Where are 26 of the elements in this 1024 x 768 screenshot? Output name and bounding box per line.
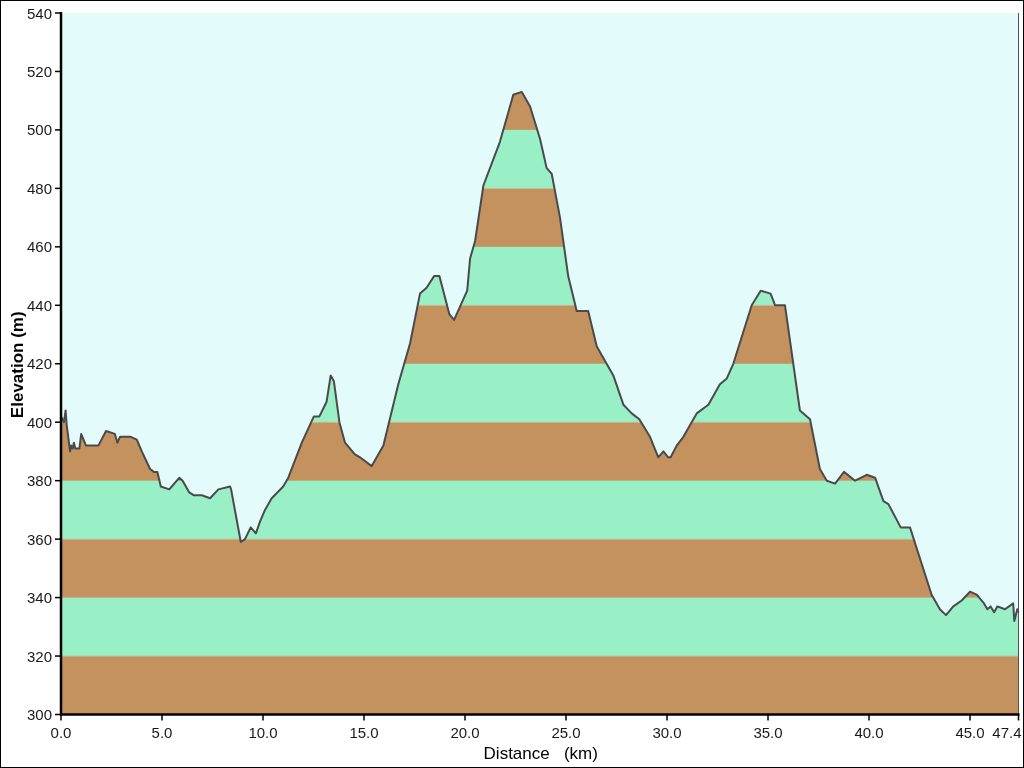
x-tick-label: 25.0 bbox=[551, 723, 581, 741]
y-tick-label: 480 bbox=[26, 179, 52, 197]
y-tick-label: 360 bbox=[26, 530, 52, 548]
y-tick-label: 540 bbox=[26, 4, 52, 22]
x-tick-label: 0.0 bbox=[50, 723, 72, 741]
y-tick-label: 500 bbox=[26, 121, 52, 139]
y-tick-label: 320 bbox=[26, 647, 52, 665]
y-tick-label: 460 bbox=[26, 238, 52, 256]
y-tick-label: 440 bbox=[26, 296, 52, 314]
x-tick-label: 15.0 bbox=[349, 723, 379, 741]
y-tick-label: 420 bbox=[26, 355, 52, 373]
y-tick-label: 520 bbox=[26, 62, 52, 80]
x-tick-label: 5.0 bbox=[151, 723, 173, 741]
y-tick-label: 300 bbox=[26, 706, 52, 723]
x-tick-label: 30.0 bbox=[652, 723, 682, 741]
y-tick-label: 340 bbox=[26, 589, 52, 607]
x-tick-label: 40.0 bbox=[854, 723, 884, 741]
y-tick-label: 400 bbox=[26, 413, 52, 431]
x-axis-title: Distance (km) bbox=[483, 744, 598, 763]
x-tick-label: 10.0 bbox=[248, 723, 278, 741]
x-tick-label: 45.0 bbox=[955, 723, 985, 741]
x-tick-label: 35.0 bbox=[753, 723, 783, 741]
x-tick-label: 20.0 bbox=[450, 723, 480, 741]
x-tick-label: 47.4 bbox=[992, 723, 1022, 741]
y-axis-title: Elevation (m) bbox=[8, 311, 27, 419]
y-tick-label: 380 bbox=[26, 472, 52, 490]
